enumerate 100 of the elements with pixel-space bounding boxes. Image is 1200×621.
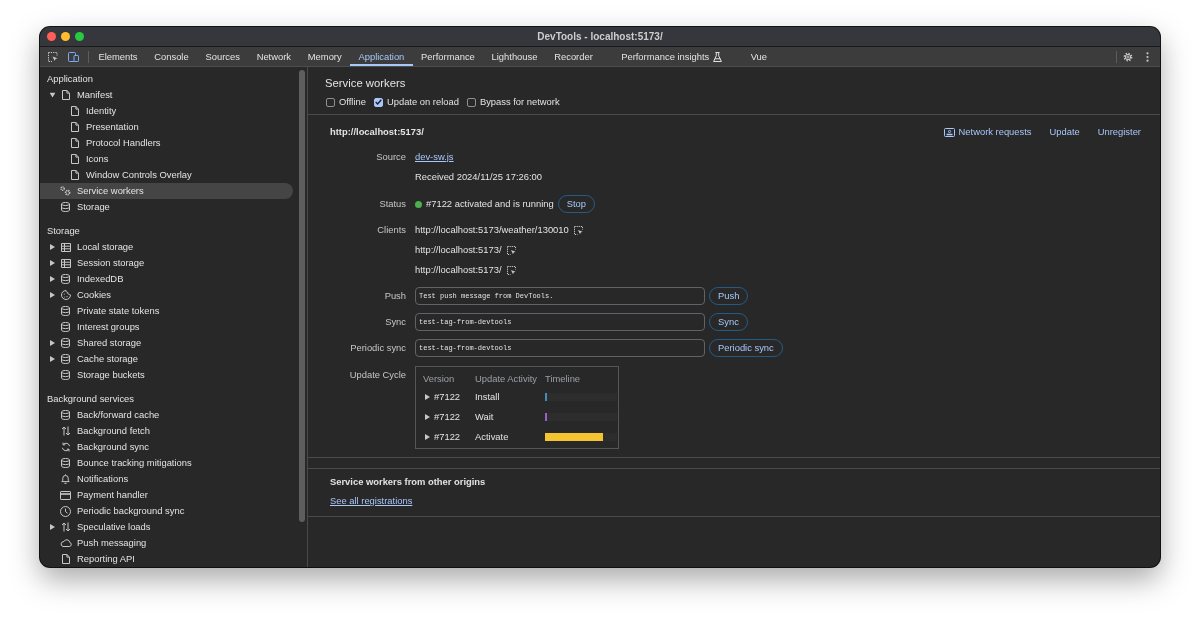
tab[interactable]: Performance insights	[601, 47, 743, 66]
caret-icon[interactable]	[49, 260, 55, 266]
checkbox[interactable]	[466, 97, 476, 107]
table-cell-text: #7122	[434, 430, 461, 444]
section-heading: Background services	[46, 392, 136, 406]
tab[interactable]: Network	[248, 47, 300, 66]
caret-icon[interactable]	[49, 524, 55, 530]
tab[interactable]: Lighthouse	[483, 47, 546, 66]
table-cell-text: Wait	[475, 410, 495, 424]
caret-icon[interactable]	[49, 292, 55, 298]
sidebar-item[interactable]: Shared storage	[40, 335, 293, 351]
sidebar-item[interactable]: Protocol Handlers	[40, 135, 293, 151]
sidebar-item[interactable]: Local storage	[40, 239, 293, 255]
database-icon	[61, 458, 70, 468]
sidebar-item[interactable]: Session storage	[40, 255, 293, 271]
sidebar-item[interactable]: Storage	[40, 199, 293, 215]
status-text: #7122 activated and is running	[426, 197, 554, 211]
checkbox[interactable]	[373, 97, 383, 107]
bell-icon	[61, 474, 70, 484]
sidebar-item[interactable]: Window Controls Overlay	[40, 167, 293, 183]
sidebar-item[interactable]: Cookies	[40, 287, 293, 303]
up-down-arrows-icon	[60, 426, 71, 436]
sidebar-item[interactable]: Push messaging	[40, 535, 293, 551]
sidebar-item[interactable]: Background sync	[40, 439, 293, 455]
tab[interactable]: Application	[350, 47, 413, 66]
gears-icon	[60, 186, 71, 196]
file-icon	[70, 106, 79, 116]
registrations-link[interactable]: See all registrations	[330, 494, 413, 508]
sidebar-item[interactable]: Identity	[40, 103, 293, 119]
minimize-button[interactable]	[61, 32, 70, 41]
caret-icon[interactable]	[49, 244, 55, 250]
scrollbar-thumb[interactable]	[299, 70, 305, 522]
file-icon	[70, 154, 79, 164]
zoom-button[interactable]	[75, 32, 84, 41]
sidebar-item[interactable]: Reporting API	[40, 551, 293, 567]
database-icon	[61, 306, 70, 316]
clock-icon	[60, 505, 71, 517]
caret-icon[interactable]	[49, 356, 55, 362]
table-icon	[60, 258, 71, 268]
inspect-icon[interactable]	[48, 51, 58, 62]
sidebar-item[interactable]: Service workers	[40, 183, 293, 199]
sidebar-item[interactable]: Storage buckets	[40, 367, 293, 383]
action-link[interactable]: Unregister	[1097, 124, 1141, 140]
caret-icon[interactable]	[425, 414, 430, 420]
table-cell-text: Activate	[475, 430, 510, 444]
devices-icon[interactable]	[68, 51, 79, 62]
sidebar-item[interactable]: IndexedDB	[40, 271, 293, 287]
tab[interactable]: Elements	[90, 47, 146, 66]
caret-icon[interactable]	[49, 92, 55, 98]
table-icon	[60, 242, 71, 252]
cursor-square-icon[interactable]	[573, 225, 583, 235]
sidebar-item[interactable]: Presentation	[40, 119, 293, 135]
field-label: Clients	[376, 223, 406, 237]
caret-icon[interactable]	[49, 276, 55, 282]
checkbox[interactable]	[326, 97, 335, 107]
database-icon	[61, 322, 70, 332]
sidebar-item[interactable]: Icons	[40, 151, 293, 167]
section-heading: Storage	[46, 224, 81, 238]
checkbox-label[interactable]: Bypass for network	[479, 94, 560, 110]
flask-icon	[713, 51, 723, 62]
up-down-arrows-icon	[60, 522, 71, 532]
settings-icon[interactable]	[1123, 51, 1133, 62]
cookie-icon	[60, 290, 71, 300]
caret-icon[interactable]	[425, 394, 430, 400]
sidebar-item[interactable]: Cache storage	[40, 351, 293, 367]
action-link[interactable]: Update	[1049, 124, 1080, 140]
tab[interactable]: Performance	[412, 47, 484, 66]
field-label: Source	[375, 150, 406, 164]
column-header: Timeline	[545, 372, 582, 386]
sidebar-item[interactable]: Payment handler	[40, 487, 293, 503]
tab[interactable]: Memory	[299, 47, 351, 66]
cloud-icon	[59, 539, 72, 547]
sidebar-item[interactable]: Bounce tracking mitigations	[40, 455, 293, 471]
sidebar-item[interactable]: Background fetch	[40, 423, 293, 439]
field-label: Push	[383, 289, 406, 303]
cursor-square-icon[interactable]	[506, 265, 516, 275]
sidebar-item[interactable]: Private state tokens	[40, 303, 293, 319]
tab[interactable]: Sources	[197, 47, 249, 66]
section-title: Service workers from other origins	[330, 475, 486, 489]
more-icon[interactable]	[1146, 51, 1149, 62]
sidebar-item[interactable]: Speculative loads	[40, 519, 293, 535]
file-icon	[70, 122, 79, 132]
checkbox-label[interactable]: Update on reload	[386, 94, 459, 110]
close-button[interactable]	[47, 32, 56, 41]
sidebar-item[interactable]: Interest groups	[40, 319, 293, 335]
caret-icon[interactable]	[425, 434, 430, 440]
checkbox-label[interactable]: Offline	[339, 94, 366, 110]
action-link[interactable]: Network requests	[943, 124, 1032, 140]
sidebar-item[interactable]: Back/forward cache	[40, 407, 293, 423]
tab[interactable]: Recorder	[545, 47, 602, 66]
tab[interactable]: Console	[145, 47, 198, 66]
cursor-square-icon[interactable]	[506, 245, 516, 255]
file-icon	[61, 554, 70, 564]
tab[interactable]: Vue	[742, 47, 776, 66]
caret-icon[interactable]	[49, 340, 55, 346]
origin-url: http://localhost:5173/	[330, 125, 424, 139]
sidebar-item[interactable]: Periodic background sync	[40, 503, 293, 519]
sidebar-item[interactable]: Manifest	[40, 87, 293, 103]
source-link[interactable]: dev-sw.js	[415, 149, 454, 165]
sidebar-item[interactable]: Notifications	[40, 471, 293, 487]
